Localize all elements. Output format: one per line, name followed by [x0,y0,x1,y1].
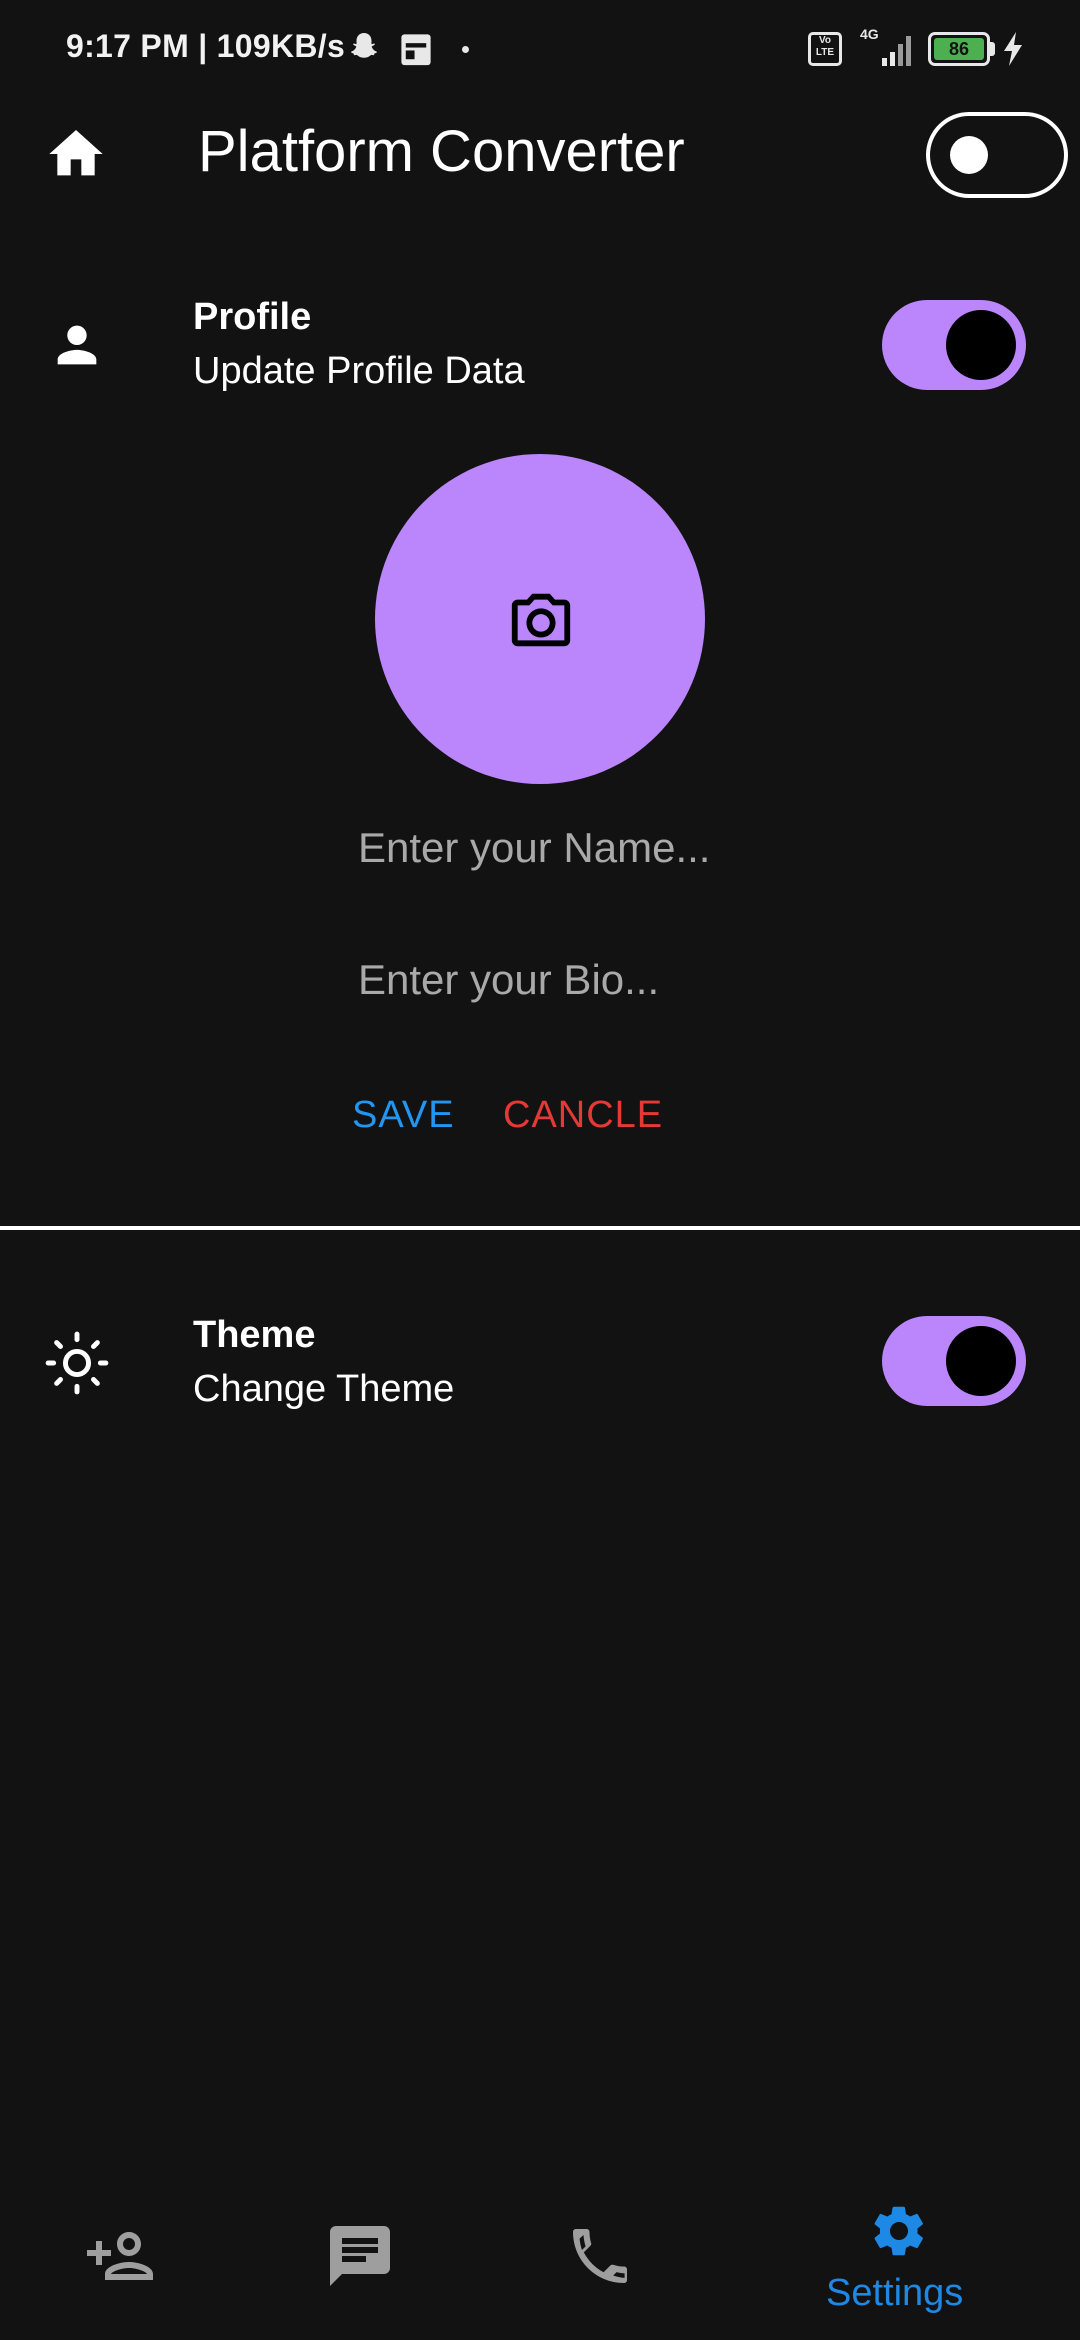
name-input[interactable] [358,824,758,872]
theme-subtitle: Change Theme [193,1368,455,1410]
dark-mode-toggle[interactable] [926,112,1068,198]
snapchat-icon [351,33,377,58]
person-icon [57,325,97,365]
battery-tip [990,42,995,56]
theme-title: Theme [193,1314,316,1356]
add-person-icon[interactable] [84,2220,156,2292]
switch-knob [946,310,1016,380]
battery-icon: 86 [928,32,990,66]
notification-dot [462,46,469,53]
toggle-knob [950,136,988,174]
calendar-app-icon [401,34,431,66]
save-button[interactable]: SAVE [352,1094,455,1137]
chat-icon[interactable] [324,2220,396,2292]
signal-icon [882,36,911,66]
page-title: Platform Converter [198,119,685,184]
status-text: 9:17 PM | 109KB/s [66,28,346,64]
theme-switch[interactable] [882,1316,1026,1406]
gear-icon[interactable] [868,2200,930,2262]
home-icon[interactable] [44,122,108,186]
phone-icon[interactable] [564,2220,636,2292]
bio-input[interactable] [358,956,758,1004]
profile-switch[interactable] [882,300,1026,390]
switch-knob [946,1326,1016,1396]
charging-icon [1004,32,1022,66]
section-divider [0,1226,1080,1230]
profile-title: Profile [193,296,312,338]
status-bar: 9:17 PM | 109KB/s Vo LTE 4G 86 [0,0,1080,100]
camera-icon [511,593,571,647]
profile-subtitle: Update Profile Data [193,350,525,392]
brightness-icon [45,1331,109,1395]
battery-level: 86 [934,38,984,60]
bottom-nav: Settings [0,2180,1080,2340]
avatar-picker[interactable] [375,454,705,784]
cancel-button[interactable]: CANCLE [503,1094,663,1137]
nav-settings-label[interactable]: Settings [826,2272,963,2315]
volte-icon: Vo LTE [808,32,842,66]
